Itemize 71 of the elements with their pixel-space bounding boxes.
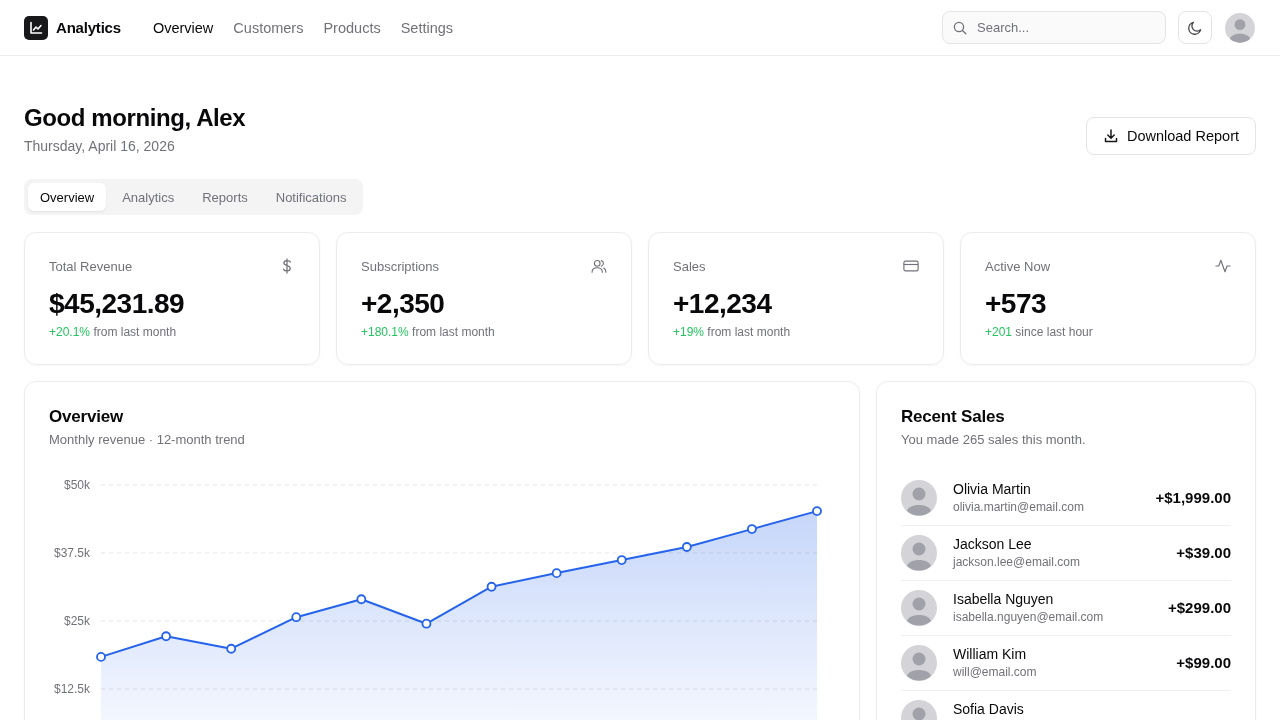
credit-card-icon — [903, 258, 919, 274]
logo-icon — [24, 15, 48, 40]
stat-change: +201 since last hour — [985, 324, 1094, 340]
stat-value: +573 — [985, 287, 1048, 321]
data-point — [486, 581, 497, 592]
customer-email: jackson.lee@email.com — [953, 554, 1081, 571]
card-title: Recent Sales — [901, 406, 1006, 428]
nav-link[interactable]: Products — [323, 19, 381, 36]
stat-label: Sales — [673, 258, 706, 274]
card-title: Overview — [49, 406, 124, 428]
customer-email: will@email.com — [953, 664, 1038, 681]
nav-link[interactable]: Settings — [400, 19, 454, 36]
customer-name: Jackson Lee — [953, 535, 1033, 553]
data-point — [291, 612, 302, 623]
avatar-icon — [901, 535, 937, 571]
data-point — [747, 524, 757, 534]
data-point — [356, 594, 367, 605]
tab[interactable]: Notifications — [263, 183, 359, 211]
sale-amount: +$299.00 — [1168, 598, 1231, 618]
search-icon — [953, 21, 967, 35]
stat-value: +2,350 — [361, 287, 446, 321]
nav-link[interactable]: Overview — [152, 19, 214, 36]
customer-name: Isabella Nguyen — [953, 590, 1055, 608]
download-icon — [1102, 128, 1119, 144]
sale-amount: +$39.00 — [1176, 543, 1231, 563]
data-point — [96, 652, 106, 662]
sale-amount: +$99.00 — [1176, 653, 1231, 673]
greeting-title: Good morning, Alex — [24, 103, 246, 133]
avatar-icon — [901, 645, 937, 681]
tab[interactable]: Analytics — [110, 183, 187, 211]
data-point — [161, 631, 171, 642]
data-point — [616, 555, 627, 565]
customer-name: Sofia Davis — [953, 700, 1025, 718]
stat-change: +20.1% from last month — [49, 324, 178, 340]
stat-change: +180.1% from last month — [361, 324, 496, 340]
customer-name: Olivia Martin — [953, 480, 1032, 498]
customer-email: olivia.martin@email.com — [953, 499, 1085, 516]
nav-link[interactable]: Customers — [233, 19, 304, 36]
data-point — [421, 618, 432, 629]
customer-name: William Kim — [953, 645, 1028, 663]
avatar-icon[interactable] — [1225, 12, 1255, 43]
tab[interactable]: Reports — [190, 183, 260, 211]
search-field[interactable]: Search... — [942, 11, 1166, 44]
users-icon — [591, 258, 607, 274]
data-point — [812, 506, 822, 516]
pulse-icon — [1215, 258, 1231, 274]
date-text: Thursday, April 16, 2026 — [24, 137, 176, 156]
y-axis-label: $50k — [63, 478, 90, 492]
download-report-button[interactable]: Download Report — [1085, 117, 1256, 155]
theme-toggle-button[interactable] — [1178, 11, 1212, 44]
data-point — [226, 643, 237, 654]
card-subtitle: You made 265 sales this month. — [901, 431, 1087, 449]
sale-amount: +$1,999.00 — [1155, 488, 1231, 508]
avatar-icon — [901, 480, 937, 516]
y-axis-label: $12.5k — [53, 682, 90, 696]
tab[interactable]: Overview — [28, 183, 107, 211]
stat-label: Subscriptions — [361, 258, 440, 274]
stat-label: Total Revenue — [49, 258, 133, 274]
stat-value: +12,234 — [673, 287, 773, 321]
customer-email: isabella.nguyen@email.com — [953, 609, 1105, 626]
moon-icon — [1187, 19, 1203, 36]
brand-name: Analytics — [56, 19, 121, 36]
y-axis-label: $37.5k — [53, 546, 90, 560]
avatar-icon — [901, 590, 937, 626]
stat-label: Active Now — [985, 258, 1051, 274]
y-axis-label: $25k — [63, 614, 90, 628]
card-subtitle: Monthly revenue · 12-month trend — [49, 431, 246, 449]
stat-change: +19% from last month — [673, 324, 792, 340]
stat-value: $45,231.89 — [49, 287, 186, 321]
data-point — [681, 542, 692, 552]
data-point — [551, 568, 562, 579]
